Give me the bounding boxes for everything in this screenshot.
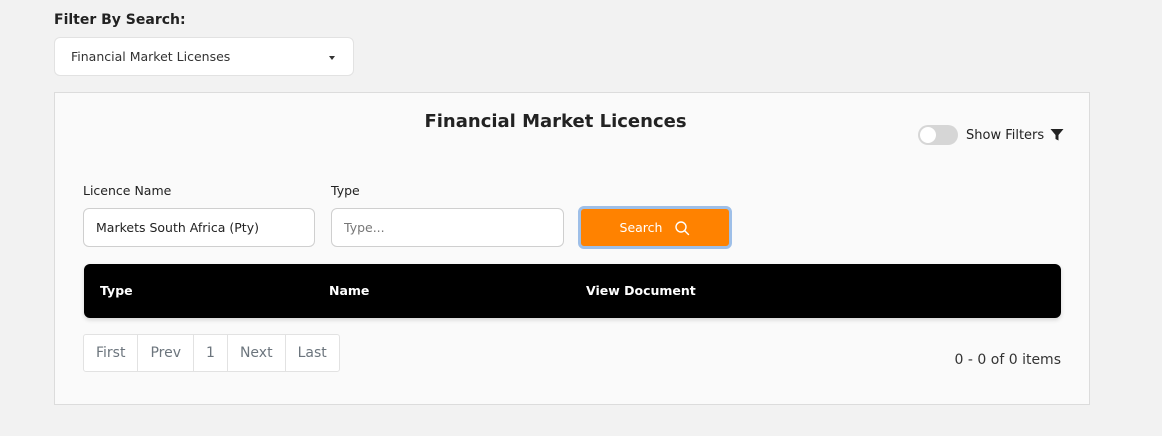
filter-type-selected-value: Financial Market Licenses	[71, 49, 231, 64]
pagination-next[interactable]: Next	[228, 335, 286, 371]
search-button-label: Search	[619, 220, 663, 235]
licence-name-label: Licence Name	[83, 183, 172, 198]
pagination-first[interactable]: First	[84, 335, 139, 371]
search-icon	[674, 220, 690, 236]
pagination-page-1[interactable]: 1	[194, 335, 228, 371]
show-filters-label: Show Filters	[966, 127, 1045, 143]
pagination: First Prev 1 Next Last	[83, 334, 340, 372]
type-label: Type	[331, 183, 360, 198]
chevron-down-icon	[329, 56, 335, 60]
show-filters-control: Show Filters	[918, 125, 1064, 145]
items-count-summary: 0 - 0 of 0 items	[954, 352, 1061, 368]
funnel-icon[interactable]	[1050, 128, 1064, 142]
results-table-header: Type Name View Document	[84, 264, 1061, 318]
pagination-last[interactable]: Last	[286, 335, 339, 371]
show-filters-toggle[interactable]	[918, 125, 958, 145]
search-button[interactable]: Search	[578, 206, 732, 249]
pagination-prev[interactable]: Prev	[138, 335, 195, 371]
filter-type-select[interactable]: Financial Market Licenses	[54, 37, 354, 76]
type-input[interactable]	[331, 208, 564, 247]
column-header-view-document: View Document	[586, 283, 696, 298]
filter-by-search-label: Filter By Search:	[54, 12, 186, 28]
licences-panel: Financial Market Licences Show Filters L…	[54, 92, 1090, 405]
column-header-name: Name	[329, 283, 370, 298]
licence-name-input[interactable]	[83, 208, 315, 247]
toggle-knob	[920, 127, 936, 143]
column-header-type: Type	[100, 283, 133, 298]
